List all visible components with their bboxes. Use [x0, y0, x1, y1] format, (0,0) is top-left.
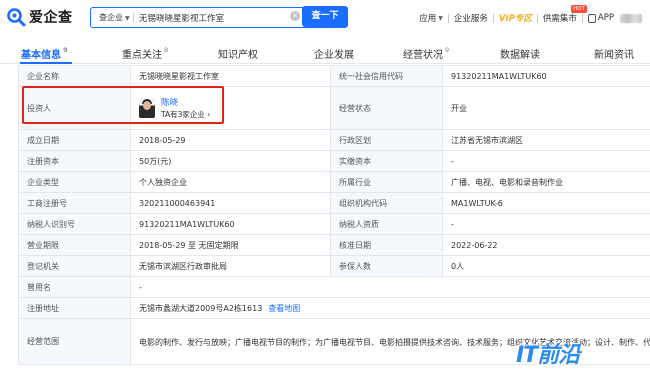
table-row: 工商注册号 320211000463941 组织机构代码 MA1WLTUK-6 — [18, 192, 650, 214]
basic-info-table: 企业名称 无锡晓晓星影视工作室 统一社会信用代码 91320211MA1WLTU… — [18, 65, 650, 365]
credit-code-value: 91320211MA1WLTUK60 — [442, 65, 650, 87]
hot-badge: HOT — [571, 5, 587, 13]
tab-basic-info[interactable]: 基本信息 9 — [21, 46, 68, 61]
table-row: 营业期限 2018-05-29 至 无固定期限 核准日期 2022-06-22 — [18, 234, 650, 256]
tab-data-insight[interactable]: 数据解读 — [500, 46, 540, 61]
field-label: 企业类型 — [18, 171, 131, 193]
investor-name-link[interactable]: 陈晓 — [161, 96, 178, 108]
taxpayer-qual-value: - — [442, 213, 650, 235]
nav-divider — [581, 13, 583, 23]
nav-divider — [447, 13, 449, 23]
field-label: 行政区划 — [330, 129, 443, 151]
tab-ip[interactable]: 知识产权 — [218, 46, 258, 61]
field-label: 所属行业 — [330, 171, 443, 193]
investor-avatar[interactable] — [139, 98, 155, 118]
field-label: 参保人数 — [330, 255, 443, 277]
org-code-value: MA1WLTUK-6 — [442, 192, 650, 214]
table-row: 投资人 陈晓 TA有3家企业 › 经营状态 开业 — [18, 86, 650, 130]
tab-operation[interactable]: 经营状况 9 — [403, 46, 449, 61]
table-row: 成立日期 2018-05-29 行政区划 江苏省无锡市滨湖区 — [18, 129, 650, 151]
field-label: 统一社会信用代码 — [330, 65, 443, 87]
user-avatar-blurred[interactable] — [620, 13, 642, 23]
field-label: 营业期限 — [18, 234, 131, 256]
approval-value: 2022-06-22 — [442, 234, 650, 256]
chevron-down-icon: ▼ — [125, 15, 130, 22]
top-nav: 应用 ▼ 企业服务 VIP专区 供需集市 APP HOT — [419, 5, 642, 26]
clear-icon[interactable]: ✕ — [290, 11, 300, 21]
watermark-logo: IT前沿 — [516, 343, 580, 368]
tab-news[interactable]: 新闻资讯 — [594, 46, 634, 61]
table-row: 纳税人识别号 91320211MA1WLTUK60 纳税人资质 - — [18, 213, 650, 235]
address-cell: 无锡市蠡湖大道2009号A2栋1613 查看地图 — [130, 297, 650, 319]
field-label: 注册资本 — [18, 150, 131, 172]
field-label: 实缴资本 — [330, 150, 443, 172]
field-label: 经营范围 — [18, 318, 131, 365]
view-map-link[interactable]: 查看地图 — [268, 304, 300, 313]
tab-development[interactable]: 企业发展 — [314, 46, 354, 61]
table-row: 企业类型 个人独资企业 所属行业 广播、电视、电影和录音制作业 — [18, 171, 650, 193]
table-row: 企业名称 无锡晓晓星影视工作室 统一社会信用代码 91320211MA1WLTU… — [18, 65, 650, 87]
nav-divider — [492, 13, 494, 23]
paid-capital-value: - — [442, 150, 650, 172]
nav-app[interactable]: APP — [587, 13, 614, 23]
field-label: 纳税人识别号 — [18, 213, 131, 235]
detail-tabs: 基本信息 9 重点关注 8 知识产权 企业发展 经营状况 9 数据解读 新闻资讯 — [0, 44, 650, 64]
insured-value: 0人 — [442, 255, 650, 277]
investor-companies-link[interactable]: TA有3家企业 › — [161, 109, 210, 120]
authority-value: 无锡市滨湖区行政审批局 — [130, 255, 331, 277]
former-name-value: - — [130, 276, 650, 298]
field-label: 企业名称 — [18, 65, 131, 87]
field-label: 投资人 — [18, 86, 131, 130]
field-label: 成立日期 — [18, 129, 131, 151]
phone-icon — [587, 13, 596, 23]
field-label: 注册地址 — [18, 297, 131, 319]
field-label: 登记机关 — [18, 255, 131, 277]
status-value: 开业 — [442, 86, 650, 130]
watermark: IT前沿 — [516, 338, 580, 368]
field-label: 曾用名 — [18, 276, 131, 298]
top-header: 爱企查 查企业▼ ✕ 查一下 应用▼ 企业服务 VIP专区 供需集市 APP H… — [0, 0, 650, 34]
table-row: 注册资本 50万(元) 实缴资本 - — [18, 150, 650, 172]
reg-no-value: 320211000463941 — [130, 192, 331, 214]
table-row: 注册地址 无锡市蠡湖大道2009号A2栋1613 查看地图 — [18, 297, 650, 319]
search-divider — [133, 13, 134, 23]
site-logo[interactable]: 爱企查 — [6, 7, 73, 27]
region-value: 江苏省无锡市滨湖区 — [442, 129, 650, 151]
search-scope-select[interactable]: 查企业 ▼ — [99, 12, 130, 23]
company-name-value: 无锡晓晓星影视工作室 — [130, 65, 331, 87]
table-row: 登记机关 无锡市滨湖区行政审批局 参保人数 0人 — [18, 255, 650, 277]
field-label: 核准日期 — [330, 234, 443, 256]
nav-apply[interactable]: 应用 ▼ — [419, 12, 443, 24]
nav-vip[interactable]: VIP专区 — [499, 12, 532, 24]
type-value: 个人独资企业 — [130, 171, 331, 193]
active-tab-indicator — [20, 62, 72, 64]
investor-cell: 陈晓 TA有3家企业 › — [130, 86, 331, 130]
chevron-down-icon: ▼ — [438, 14, 443, 22]
address-value: 无锡市蠡湖大道2009号A2栋1613 — [139, 303, 263, 313]
term-value: 2018-05-29 至 无固定期限 — [130, 234, 331, 256]
nav-enterprise-service[interactable]: 企业服务 — [454, 12, 488, 24]
nav-divider — [536, 13, 538, 23]
field-label: 纳税人资质 — [330, 213, 443, 235]
field-label: 经营状态 — [330, 86, 443, 130]
search-button[interactable]: 查一下 — [302, 6, 348, 27]
logo-text: 爱企查 — [29, 10, 73, 26]
tab-key-focus[interactable]: 重点关注 8 — [122, 46, 168, 61]
field-label: 工商注册号 — [18, 192, 131, 214]
taxpayer-id-value: 91320211MA1WLTUK60 — [130, 213, 331, 235]
magnifier-logo-icon — [6, 7, 26, 27]
nav-supply-market[interactable]: 供需集市 — [543, 12, 577, 24]
field-label: 组织机构代码 — [330, 192, 443, 214]
industry-value: 广播、电视、电影和录音制作业 — [442, 171, 650, 193]
founded-value: 2018-05-29 — [130, 129, 331, 151]
table-row: 曾用名 - — [18, 276, 650, 298]
reg-capital-value: 50万(元) — [130, 150, 331, 172]
